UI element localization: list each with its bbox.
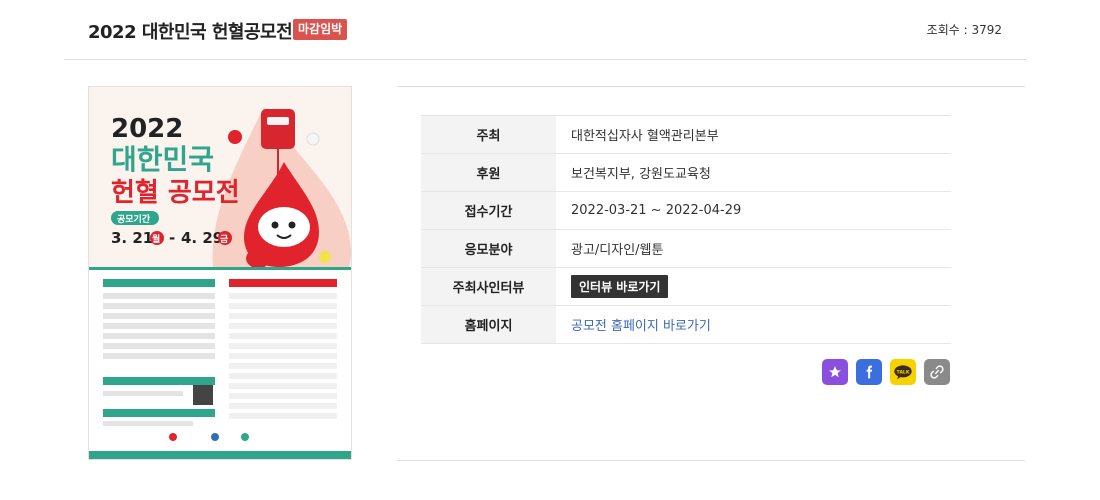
info-label: 접수기간	[421, 192, 556, 229]
favorite-button[interactable]	[822, 359, 848, 385]
svg-text:월: 월	[152, 233, 160, 245]
svg-text:TALK: TALK	[897, 369, 910, 375]
svg-text:공모기간: 공모기간	[117, 213, 151, 225]
copy-link-button[interactable]	[924, 359, 950, 385]
info-row-period: 접수기간 2022-03-21 ~ 2022-04-29	[421, 192, 951, 230]
svg-text:-: -	[169, 229, 175, 247]
svg-text:금: 금	[220, 234, 229, 245]
interview-button[interactable]: 인터뷰 바로가기	[571, 275, 669, 298]
svg-text:2022: 2022	[111, 114, 183, 144]
info-label: 주최	[421, 116, 556, 153]
talk-icon: TALK	[894, 365, 912, 380]
deadline-badge: 마감임박	[293, 19, 348, 40]
facebook-icon	[866, 365, 873, 379]
info-row-sponsor: 후원 보건복지부, 강원도교육청	[421, 154, 951, 192]
info-label: 주최사인터뷰	[421, 268, 556, 305]
homepage-link[interactable]: 공모전 홈페이지 바로가기	[571, 315, 711, 334]
blood-bag-icon	[261, 109, 295, 149]
star-icon	[829, 366, 841, 378]
page-header: 2022 대한민국 헌혈공모전 마감임박 조회수 : 3792	[64, 0, 1026, 60]
info-value: 보건복지부, 강원도교육청	[571, 167, 711, 182]
contest-info-table: 주최 대한적십자사 혈액관리본부 후원 보건복지부, 강원도교육청 접수기간 2…	[421, 115, 951, 344]
share-buttons: TALK	[822, 359, 950, 385]
kakaotalk-share-button[interactable]: TALK	[890, 359, 916, 385]
info-row-interview: 주최사인터뷰 인터뷰 바로가기	[421, 268, 951, 306]
view-count: 조회수 : 3792	[926, 23, 1002, 37]
info-label: 홈페이지	[421, 306, 556, 343]
info-value: 광고/디자인/웹툰	[571, 243, 664, 258]
info-value: 2022-03-21 ~ 2022-04-29	[571, 203, 742, 218]
page-title: 2022 대한민국 헌혈공모전	[88, 22, 293, 43]
info-row-homepage: 홈페이지 공모전 홈페이지 바로가기	[421, 306, 951, 344]
contest-poster[interactable]: 2022 대한민국 헌혈 공모전 공모기간 3. 21. 월 - 4. 29. …	[88, 86, 352, 460]
svg-text:대한민국: 대한민국	[111, 143, 214, 176]
svg-text:헌혈 공모전: 헌혈 공모전	[111, 178, 240, 208]
link-icon	[930, 365, 944, 379]
info-row-field: 응모분야 광고/디자인/웹툰	[421, 230, 951, 268]
info-row-host: 주최 대한적십자사 혈액관리본부	[421, 116, 951, 154]
info-label: 후원	[421, 154, 556, 191]
contest-info-panel: 주최 대한적십자사 혈액관리본부 후원 보건복지부, 강원도교육청 접수기간 2…	[397, 86, 1025, 461]
facebook-share-button[interactable]	[856, 359, 882, 385]
info-label: 응모분야	[421, 230, 556, 267]
info-value: 대한적십자사 혈액관리본부	[571, 129, 719, 144]
poster-image: 2022 대한민국 헌혈 공모전 공모기간 3. 21. 월 - 4. 29. …	[89, 107, 351, 459]
